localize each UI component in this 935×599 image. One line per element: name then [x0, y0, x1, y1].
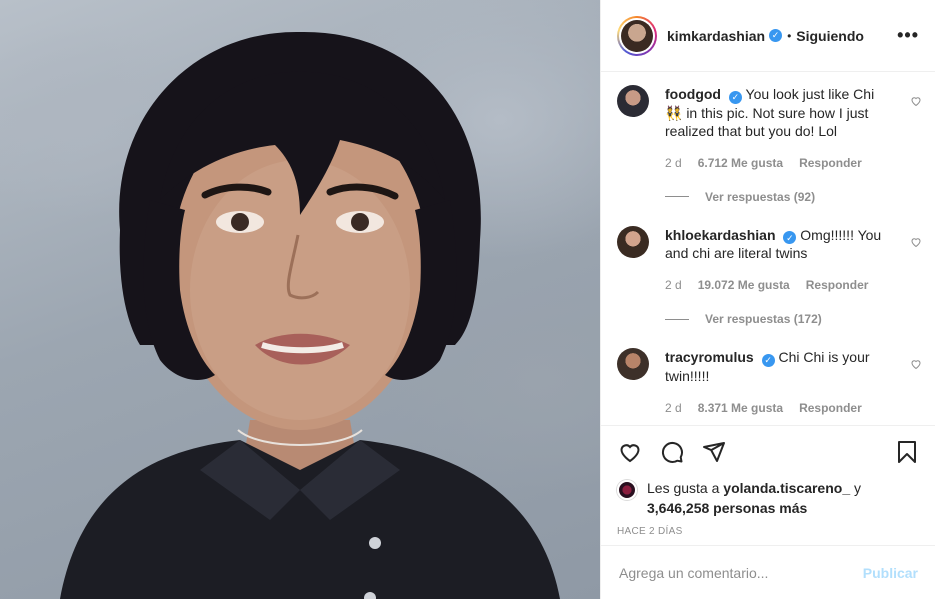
post-time-ago[interactable]: HACE 2 DÍAS	[601, 518, 935, 537]
comment-time[interactable]: 2 d	[665, 278, 682, 292]
comment-item: foodgod ✓ You look just like Chi 👯 in th…	[601, 73, 935, 204]
comment-likes[interactable]: 8.371 Me gusta	[698, 401, 783, 415]
heart-icon[interactable]	[617, 439, 643, 465]
verified-badge-icon: ✓	[783, 231, 797, 244]
share-icon[interactable]	[701, 439, 727, 465]
more-options-icon[interactable]: •••	[897, 25, 919, 46]
view-replies-button[interactable]: Ver respuestas (172)	[665, 312, 892, 326]
comment-likes[interactable]: 19.072 Me gusta	[698, 278, 790, 292]
follow-status-button[interactable]: Siguiendo	[796, 28, 864, 44]
verified-badge-icon: ✓	[761, 353, 775, 367]
reply-button[interactable]: Responder	[806, 278, 869, 292]
comment-icon[interactable]	[659, 439, 685, 465]
verified-badge-icon: ✓	[769, 29, 783, 42]
likes-connector: y	[850, 480, 861, 496]
liker-avatar[interactable]	[617, 480, 637, 500]
likes-summary: Les gusta a yolanda.tiscareno_ y 3,646,2…	[601, 466, 935, 518]
like-comment-icon[interactable]	[910, 236, 922, 248]
post-actions-section: Les gusta a yolanda.tiscareno_ y 3,646,2…	[601, 425, 935, 537]
comment-input[interactable]	[619, 564, 863, 581]
comment-time[interactable]: 2 d	[665, 401, 682, 415]
comment-composer: Publicar	[601, 545, 935, 599]
comment-item: khloekardashian ✓ Omg!!!!!! You and chi …	[601, 204, 935, 326]
like-comment-icon[interactable]	[910, 95, 922, 107]
view-replies-label: Ver respuestas (172)	[705, 312, 822, 326]
bookmark-icon[interactable]	[894, 439, 920, 465]
commenter-avatar[interactable]	[617, 225, 649, 258]
comment-likes[interactable]: 6.712 Me gusta	[698, 156, 783, 170]
action-bar	[601, 426, 935, 466]
commenter-username[interactable]: khloekardashian	[665, 227, 776, 243]
post-header: kimkardashian ✓ • Siguiendo •••	[601, 0, 935, 72]
publish-button[interactable]: Publicar	[863, 565, 918, 581]
view-replies-button[interactable]: Ver respuestas (92)	[665, 190, 892, 204]
separator-dot: •	[787, 28, 792, 43]
comment-time[interactable]: 2 d	[665, 156, 682, 170]
commenter-avatar[interactable]	[617, 85, 649, 117]
replies-divider	[665, 318, 689, 320]
like-comment-icon[interactable]	[910, 358, 922, 370]
reply-button[interactable]: Responder	[799, 401, 862, 415]
author-avatar[interactable]	[617, 15, 657, 56]
likes-count[interactable]: 3,646,258 personas más	[647, 500, 807, 516]
portrait-illustration	[60, 31, 560, 599]
post-photo[interactable]	[0, 0, 600, 599]
liker-username[interactable]: yolanda.tiscareno_	[723, 480, 850, 496]
post-side-panel: kimkardashian ✓ • Siguiendo ••• foodgod …	[600, 0, 935, 599]
commenter-username[interactable]: foodgod	[665, 86, 721, 102]
likes-prefix: Les gusta a	[647, 480, 724, 496]
reply-button[interactable]: Responder	[799, 156, 862, 170]
view-replies-label: Ver respuestas (92)	[705, 189, 816, 204]
replies-divider	[665, 196, 689, 197]
commenter-avatar[interactable]	[617, 348, 649, 380]
comments-list[interactable]: foodgod ✓ You look just like Chi 👯 in th…	[601, 73, 935, 425]
verified-badge-icon: ✓	[728, 90, 742, 104]
author-username[interactable]: kimkardashian	[667, 28, 765, 44]
commenter-username[interactable]: tracyromulus	[665, 349, 754, 365]
comment-item: tracyromulus ✓ Chi Chi is your twin!!!!!…	[601, 326, 935, 415]
